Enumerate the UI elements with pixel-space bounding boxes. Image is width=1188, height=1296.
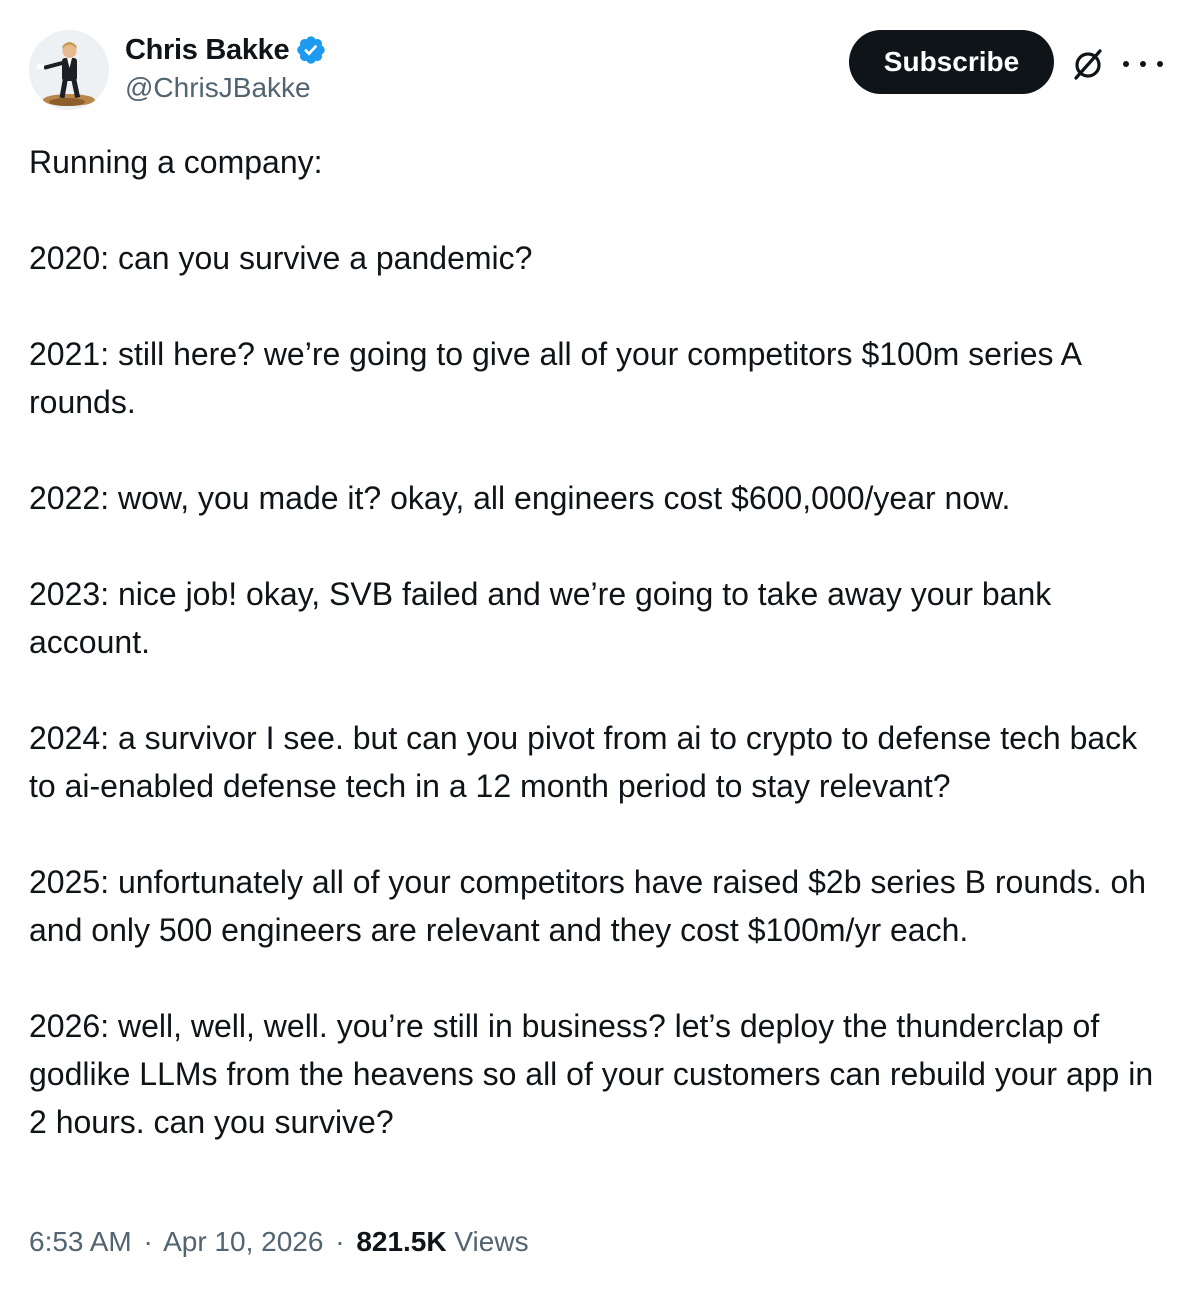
views-label: Views — [454, 1226, 529, 1257]
verified-badge-icon — [295, 34, 327, 66]
meta-separator: · — [143, 1226, 153, 1257]
tweet-paragraph: 2020: can you survive a pandemic? — [29, 240, 533, 276]
tweet-header: Chris Bakke @ChrisJBakke Subscribe — [0, 0, 1188, 130]
tweet-paragraph: 2021: still here? we’re going to give al… — [29, 336, 1081, 420]
subscribe-button[interactable]: Subscribe — [849, 30, 1054, 94]
tweet-paragraph: 2026: well, well, well. you’re still in … — [29, 1008, 1154, 1140]
views-count[interactable]: 821.5K — [356, 1226, 446, 1257]
tweet-meta: 6:53 AM · Apr 10, 2026 · 821.5K Views — [29, 1226, 529, 1258]
name-row: Chris Bakke — [125, 30, 327, 70]
tweet-paragraph: 2023: nice job! okay, SVB failed and we’… — [29, 576, 1052, 660]
author-display-name[interactable]: Chris Bakke — [125, 34, 290, 67]
dot-icon — [1157, 61, 1163, 67]
tweet-paragraph: 2022: wow, you made it? okay, all engine… — [29, 480, 1011, 516]
grok-icon[interactable] — [1068, 44, 1108, 84]
more-options-icon[interactable] — [1123, 52, 1163, 76]
author-block: Chris Bakke @ChrisJBakke — [125, 30, 327, 104]
tweet-date[interactable]: Apr 10, 2026 — [163, 1226, 323, 1257]
meta-separator: · — [335, 1226, 345, 1257]
tweet-paragraph: 2024: a survivor I see. but can you pivo… — [29, 720, 1138, 804]
author-handle[interactable]: @ChrisJBakke — [125, 72, 327, 104]
dot-icon — [1140, 61, 1146, 67]
avatar[interactable] — [29, 30, 109, 110]
tweet-paragraph: Running a company: — [29, 144, 323, 180]
tweet-paragraph: 2025: unfortunately all of your competit… — [29, 864, 1147, 948]
tweet-text: Running a company: 2020: can you survive… — [29, 138, 1164, 1146]
tweet-time[interactable]: 6:53 AM — [29, 1226, 132, 1257]
dot-icon — [1123, 61, 1129, 67]
cartoon-man-avatar-icon — [29, 30, 109, 110]
